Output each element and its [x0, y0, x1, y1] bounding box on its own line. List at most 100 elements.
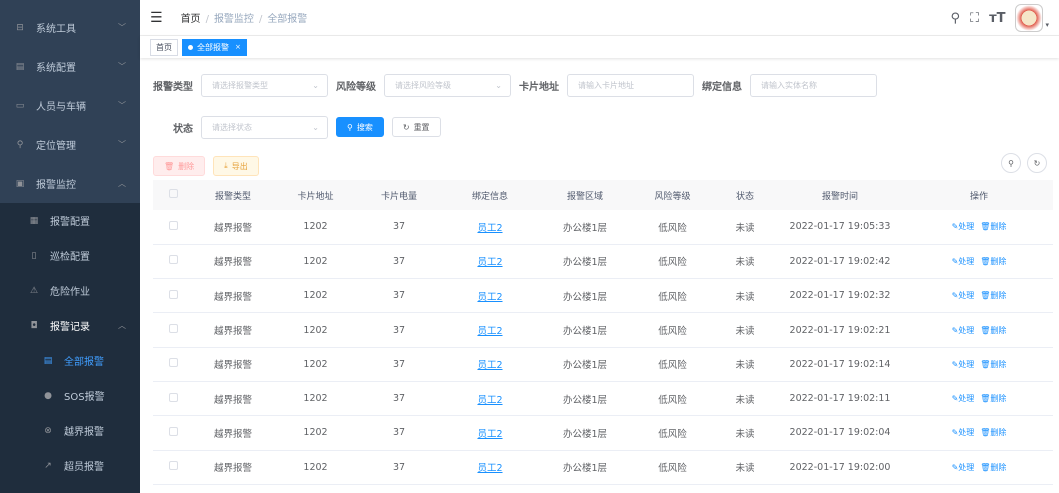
menu-label: 系统工具 [36, 24, 76, 35]
menu-inspection-config[interactable]: ▯ 巡检配置 [0, 238, 140, 273]
trash-icon: 🗑 [980, 394, 991, 404]
binding-info-input[interactable]: 请输入实体名称 [750, 73, 877, 97]
delete-row-button[interactable]: 🗑删除 [980, 428, 1006, 437]
menu-label: 报警监控 [36, 180, 76, 191]
refresh-icon: ↻ [1033, 158, 1041, 168]
tag-home[interactable]: 首页 [150, 38, 178, 56]
menu-alarm-config[interactable]: ▦ 报警配置 [0, 203, 140, 238]
monitor-icon: ▣ [15, 178, 25, 189]
menu-system-config[interactable]: ▤ 系统配置 ﹀ [0, 47, 140, 86]
sidebar: ⊟ 系统工具 ﹀ ▤ 系统配置 ﹀ ▭ 人员与车辆 ﹀ ⚲ 定位管理 ﹀ ▣ 报警监控 ︿ ▦ 报警配… [0, 0, 140, 493]
trash-icon: 🗑 [164, 161, 175, 171]
alarm-type-select[interactable]: 请选择报警类型 ⌄ [201, 73, 328, 97]
menu-label: 危险作业 [50, 287, 90, 298]
cell: 办公楼1层 [540, 312, 630, 348]
row-checkbox[interactable] [168, 324, 178, 334]
binding-link[interactable]: 员工2 [477, 257, 502, 268]
search-icon: ⚲ [1008, 158, 1014, 168]
menu-location[interactable]: ⚲ 定位管理 ﹀ [0, 125, 140, 164]
cell: 1202 [273, 244, 358, 280]
menu-boundary-alarms[interactable]: ⊗ 越界报警 [0, 413, 140, 448]
cell: 越界报警 [193, 415, 273, 451]
cell: 未读 [715, 381, 775, 417]
trash-icon: 🗑 [980, 291, 991, 301]
menu-hazard-work[interactable]: ⚠ 危险作业 [0, 273, 140, 308]
cell: 低风险 [630, 278, 715, 314]
delete-row-button[interactable]: 🗑删除 [980, 326, 1006, 335]
row-checkbox[interactable] [168, 461, 178, 471]
menu-people-vehicles[interactable]: ▭ 人员与车辆 ﹀ [0, 86, 140, 125]
row-checkbox[interactable] [168, 358, 178, 368]
cell: 1202 [273, 278, 358, 314]
handle-button[interactable]: ✎处理 [952, 291, 975, 300]
menu-label: 系统配置 [36, 63, 76, 74]
column-header: 报警时间 [775, 180, 905, 210]
row-checkbox[interactable] [168, 220, 178, 230]
status-select[interactable]: 请选择状态 ⌄ [201, 115, 328, 139]
cell: 办公楼1层 [540, 415, 630, 451]
caret-down-icon[interactable]: ▾ [1045, 21, 1049, 29]
row-checkbox[interactable] [168, 426, 178, 436]
binding-link[interactable]: 员工2 [477, 292, 502, 303]
handle-button[interactable]: ✎处理 [952, 428, 975, 437]
label-risk-level: 风险等级 [336, 81, 376, 93]
menu-alarm-monitor[interactable]: ▣ 报警监控 ︿ [0, 164, 140, 203]
export-button[interactable]: ⤓ 导出 [213, 156, 259, 176]
table-row: 越界报警 1202 37 员工2 办公楼1层 低风险 未读 2022-01-17 19:02:… [153, 347, 1053, 382]
binding-link[interactable]: 员工2 [477, 463, 502, 474]
risk-level-select[interactable]: 请选择风险等级 ⌄ [384, 73, 511, 97]
binding-link[interactable]: 员工2 [477, 223, 502, 234]
delete-row-button[interactable]: 🗑删除 [980, 291, 1006, 300]
main-content: ☰ 首页 / 报警监控 / 全部报警 ⚲ ⛶ тT ▾ 首页 全部报警 × 报警类型 请选… [140, 0, 1059, 490]
card-address-input[interactable]: 请输入卡片地址 [567, 73, 694, 97]
handle-button[interactable]: ✎处理 [952, 222, 975, 231]
cell: 未读 [715, 210, 775, 245]
toggle-search-button[interactable]: ⚲ [1001, 153, 1021, 173]
window-icon: ▭ [15, 100, 25, 111]
cell: 37 [358, 415, 440, 451]
clipboard-icon: ▯ [31, 250, 37, 261]
fullscreen-icon[interactable]: ⛶ [970, 11, 979, 26]
menu-system-tools[interactable]: ⊟ 系统工具 ﹀ [0, 8, 140, 47]
breadcrumb-home[interactable]: 首页 [181, 14, 201, 25]
menu-alarm-records[interactable]: ◘ 报警记录 ︿ [0, 308, 140, 343]
handle-button[interactable]: ✎处理 [952, 326, 975, 335]
delete-row-button[interactable]: 🗑删除 [980, 257, 1006, 266]
search-icon[interactable]: ⚲ [950, 11, 960, 26]
binding-link[interactable]: 员工2 [477, 326, 502, 337]
select-all-checkbox[interactable] [168, 189, 178, 198]
delete-row-button[interactable]: 🗑删除 [980, 360, 1006, 369]
config-icon: ▦ [29, 215, 39, 226]
alarm-icon: ◘ [30, 320, 38, 331]
cell: 1202 [273, 450, 358, 485]
cell: 越界报警 [193, 278, 273, 314]
handle-button[interactable]: ✎处理 [952, 360, 975, 369]
delete-button[interactable]: 🗑 删除 [153, 156, 206, 176]
binding-link[interactable]: 员工2 [477, 429, 502, 440]
delete-row-button[interactable]: 🗑删除 [980, 394, 1006, 403]
binding-link[interactable]: 员工2 [477, 395, 502, 406]
row-checkbox[interactable] [168, 289, 178, 299]
menu-all-alarms[interactable]: ▤ 全部报警 [0, 343, 140, 378]
row-checkbox[interactable] [168, 392, 178, 402]
reset-button[interactable]: ↻ 重置 [391, 117, 441, 137]
refresh-button[interactable]: ↻ [1027, 153, 1047, 173]
breadcrumb-current: 全部报警 [267, 14, 308, 25]
delete-row-button[interactable]: 🗑删除 [980, 222, 1006, 231]
font-size-icon[interactable]: тT [989, 11, 1005, 26]
search-button[interactable]: ⚲ 搜索 [336, 117, 384, 137]
handle-button[interactable]: ✎处理 [952, 394, 975, 403]
avatar[interactable] [1015, 4, 1044, 32]
menu-sos-alarms[interactable]: ● SOS报警 [0, 378, 140, 413]
delete-row-button[interactable]: 🗑删除 [980, 463, 1006, 472]
close-icon[interactable]: × [235, 43, 241, 51]
handle-button[interactable]: ✎处理 [952, 463, 975, 472]
menu-label: 越界报警 [64, 427, 104, 438]
sos-icon: ● [44, 390, 52, 401]
binding-link[interactable]: 员工2 [477, 360, 502, 371]
hamburger-icon[interactable]: ☰ [150, 10, 163, 26]
handle-button[interactable]: ✎处理 [952, 257, 975, 266]
tag-all-alarms[interactable]: 全部报警 × [182, 38, 247, 56]
menu-overcrowd-alarms[interactable]: ↗ 超员报警 [0, 448, 140, 483]
row-checkbox[interactable] [168, 255, 178, 265]
